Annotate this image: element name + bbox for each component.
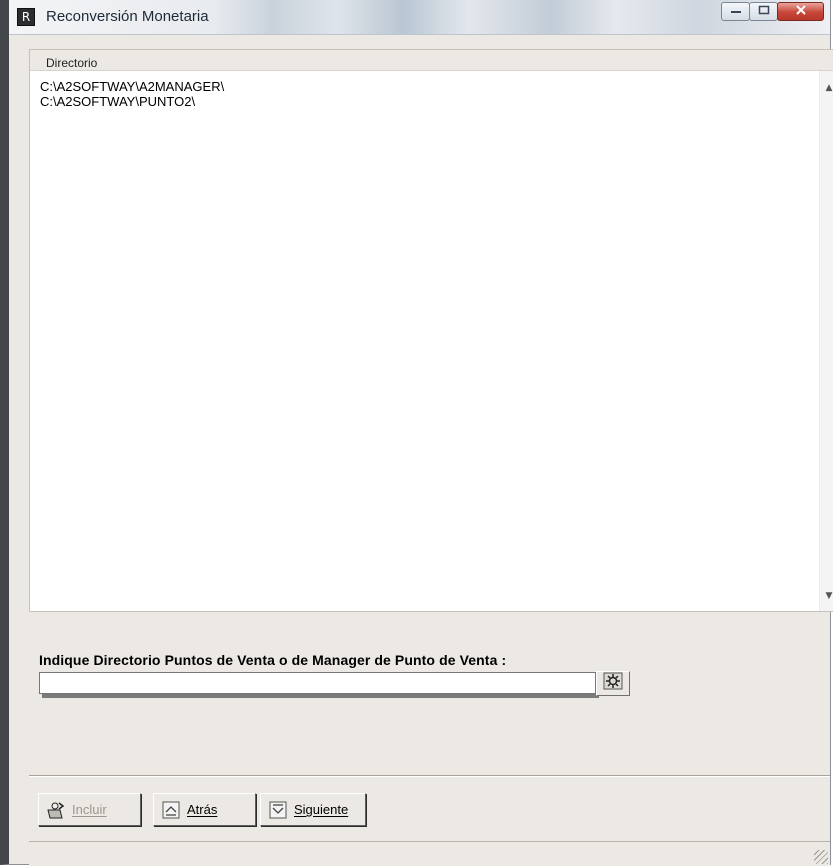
- list-item[interactable]: C:\A2SOFTWAY\PUNTO2\: [40, 94, 224, 109]
- status-bar: [29, 841, 830, 866]
- scroll-down-icon[interactable]: ▼: [820, 587, 833, 605]
- scroll-up-icon[interactable]: ▲: [820, 79, 833, 97]
- folder-browse-icon: [603, 672, 623, 695]
- back-button[interactable]: Atrás: [153, 793, 256, 826]
- window-title: Reconversión Monetaria: [46, 8, 209, 25]
- maximize-icon: [758, 5, 770, 18]
- maximize-button[interactable]: [749, 2, 778, 21]
- main-window: R Reconversión Monetaria Directorio C:\A…: [0, 0, 833, 866]
- title-bar[interactable]: R Reconversión Monetaria: [9, 0, 830, 35]
- next-label: Siguiente: [294, 802, 349, 817]
- next-icon: [268, 800, 288, 820]
- directory-prompt-label: Indique Directorio Puntos de Venta o de …: [39, 652, 507, 668]
- minimize-button[interactable]: [721, 2, 750, 21]
- close-button[interactable]: [777, 2, 824, 21]
- directory-input[interactable]: [39, 672, 596, 694]
- back-icon: [161, 800, 181, 820]
- browse-button[interactable]: [596, 671, 630, 696]
- close-icon: [795, 4, 807, 19]
- include-button[interactable]: Incluir: [38, 793, 141, 826]
- list-item[interactable]: C:\A2SOFTWAY\A2MANAGER\: [40, 79, 224, 94]
- directory-header-label: Directorio: [46, 56, 98, 70]
- app-icon[interactable]: R: [17, 8, 35, 26]
- back-label: Atrás: [187, 802, 218, 817]
- vertical-scrollbar[interactable]: ▲ ▼: [819, 71, 833, 611]
- button-separator: [29, 775, 830, 777]
- minimize-icon: [730, 5, 742, 18]
- resize-grip-icon[interactable]: [814, 850, 828, 864]
- next-button[interactable]: Siguiente: [260, 793, 366, 826]
- directory-header: Directorio: [30, 50, 833, 71]
- directory-list[interactable]: C:\A2SOFTWAY\A2MANAGER\ C:\A2SOFTWAY\PUN…: [40, 79, 224, 109]
- directory-frame: Directorio C:\A2SOFTWAY\A2MANAGER\ C:\A2…: [29, 49, 833, 612]
- include-label: Incluir: [72, 802, 107, 817]
- include-icon: [46, 800, 66, 820]
- window-controls: [721, 2, 824, 21]
